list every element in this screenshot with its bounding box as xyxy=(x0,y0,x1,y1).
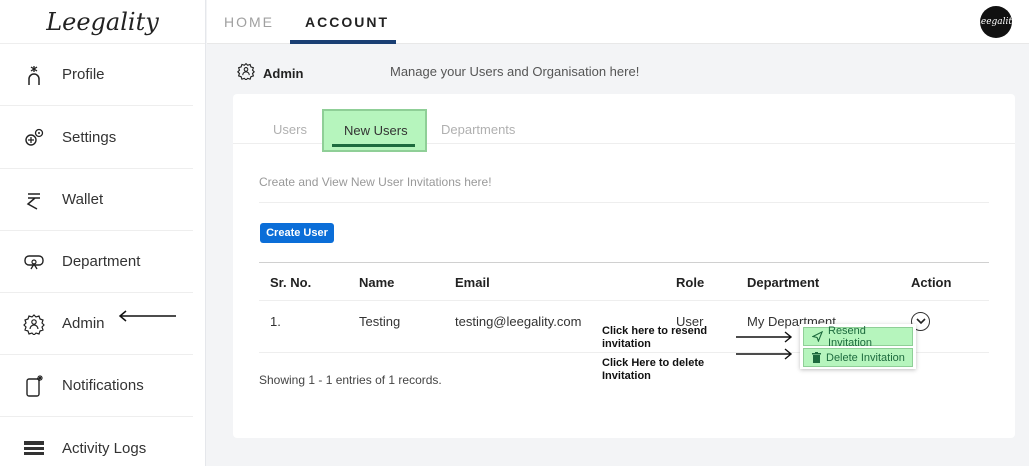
menu-item-label: Resend Invitation xyxy=(828,324,873,349)
chevron-down-icon xyxy=(915,318,926,325)
pagination-summary: Showing 1 - 1 entries of 1 records. xyxy=(259,373,442,387)
row-action-menu: Resend Invitation Delete Invitation xyxy=(800,324,916,369)
sidebar-item-label: Activity Logs xyxy=(62,439,147,457)
tab-home[interactable]: HOME xyxy=(224,14,274,30)
sidebar: Leegality Profile Settings Wallet Depart… xyxy=(0,0,206,466)
send-icon xyxy=(812,331,823,342)
sidebar-item-label: Settings xyxy=(62,129,117,146)
resend-invitation-menu-item[interactable]: Resend Invitation xyxy=(803,324,913,349)
sidebar-item-profile[interactable]: Profile xyxy=(0,44,193,106)
tab-new-users[interactable]: New Users xyxy=(322,109,427,152)
cell-name: Testing xyxy=(359,314,401,329)
trash-icon xyxy=(812,352,821,363)
active-tab-indicator xyxy=(290,40,396,44)
column-header-department: Department xyxy=(747,275,820,290)
divider xyxy=(259,300,989,301)
cell-sr-no: 1. xyxy=(270,314,281,329)
divider xyxy=(259,262,989,263)
avatar[interactable]: Leegality xyxy=(975,6,1017,38)
create-user-button[interactable]: Create User xyxy=(260,223,334,243)
column-header-name: Name xyxy=(359,275,395,290)
settings-icon xyxy=(23,127,45,149)
page-title: Admin xyxy=(263,66,304,81)
column-header-sr-no: Sr. No. xyxy=(270,275,312,290)
notification-icon xyxy=(23,374,45,397)
sidebar-item-settings[interactable]: Settings xyxy=(0,107,193,169)
sidebar-item-label: Profile xyxy=(62,66,105,83)
admin-icon xyxy=(237,62,255,85)
active-tab-underline xyxy=(332,144,415,147)
tab-account[interactable]: ACCOUNT xyxy=(305,14,389,30)
page-header: Admin xyxy=(237,62,303,85)
sidebar-item-admin[interactable]: Admin xyxy=(0,293,193,355)
sidebar-item-label: Department xyxy=(62,253,141,270)
profile-icon xyxy=(23,64,45,86)
sidebar-item-notifications[interactable]: Notifications xyxy=(0,355,193,417)
sidebar-item-label: Notifications xyxy=(62,377,144,394)
sidebar-item-department[interactable]: Department xyxy=(0,231,193,293)
sidebar-item-label: Admin xyxy=(62,315,105,332)
new-users-card: Users New Users Departments Create and V… xyxy=(233,94,1015,438)
divider xyxy=(259,202,989,203)
card-tabs: Users New Users Departments xyxy=(233,94,1015,152)
department-icon xyxy=(23,251,45,273)
arrow-right-icon xyxy=(736,331,793,343)
rupee-icon xyxy=(23,189,45,211)
column-header-role: Role xyxy=(676,275,705,290)
tab-users[interactable]: Users xyxy=(273,122,307,137)
sidebar-item-activity-logs[interactable]: Activity Logs xyxy=(0,417,193,466)
menu-item-label: Delete Invitation xyxy=(826,351,905,364)
page-subtitle: Manage your Users and Organisation here! xyxy=(390,64,640,79)
arrow-left-icon xyxy=(118,310,176,322)
sidebar-item-wallet[interactable]: Wallet xyxy=(0,169,193,231)
arrow-right-icon xyxy=(736,348,793,360)
leegality-logo[interactable]: Leegality xyxy=(0,0,205,44)
column-header-email: Email xyxy=(455,275,490,290)
admin-icon xyxy=(23,313,45,335)
delete-invitation-menu-item[interactable]: Delete Invitation xyxy=(803,348,913,367)
activity-logs-icon xyxy=(23,437,45,459)
sidebar-item-label: Wallet xyxy=(62,191,104,208)
column-header-action: Action xyxy=(911,275,952,290)
annotation-delete: Click Here to delete Invitation xyxy=(602,357,705,382)
top-navigation-bar: HOME ACCOUNT Leegality xyxy=(207,0,1029,44)
tab-departments[interactable]: Departments xyxy=(441,122,515,137)
annotation-resend: Click here to resend invitation xyxy=(602,325,708,350)
card-description: Create and View New User Invitations her… xyxy=(259,175,492,189)
tab-label: New Users xyxy=(344,123,408,138)
cell-email: testing@leegality.com xyxy=(455,314,582,329)
